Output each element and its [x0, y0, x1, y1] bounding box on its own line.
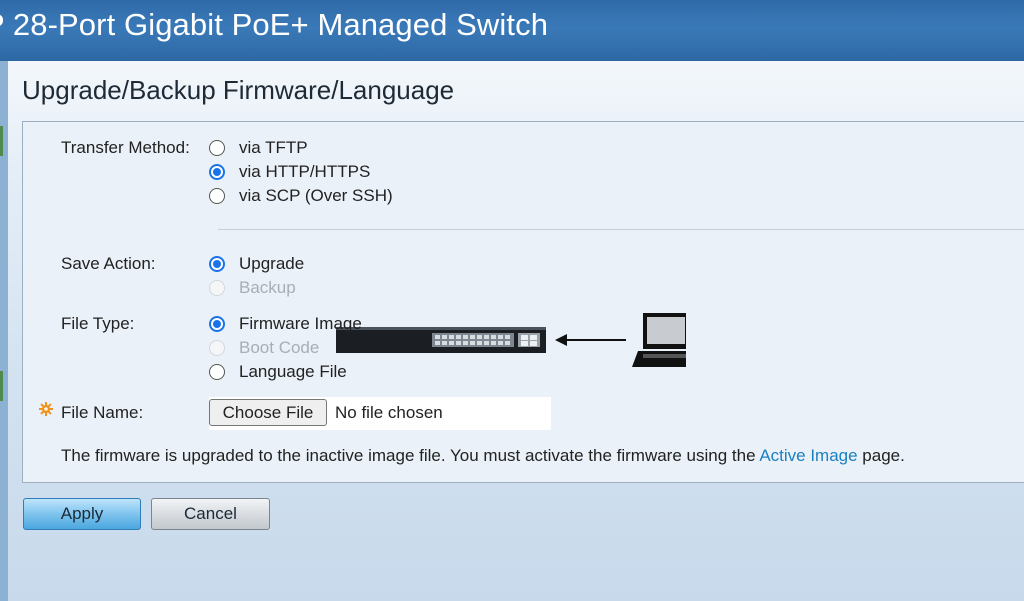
- apply-button[interactable]: Apply: [23, 498, 141, 530]
- choose-file-button[interactable]: Choose File: [209, 399, 327, 426]
- radio-button[interactable]: [209, 316, 225, 332]
- main-content: Upgrade/Backup Firmware/Language Transfe…: [8, 61, 1024, 601]
- radio-button: [209, 340, 225, 356]
- radio-label: Upgrade: [239, 254, 305, 273]
- file-input[interactable]: Choose File No file chosen: [209, 397, 551, 430]
- radio-label: Backup: [239, 278, 296, 297]
- arrow-left-icon: [555, 334, 626, 346]
- radio-upgrade[interactable]: Upgrade: [209, 254, 304, 274]
- info-text-before: The firmware is upgraded to the inactive…: [61, 446, 760, 465]
- cancel-button[interactable]: Cancel: [151, 498, 270, 530]
- radio-firmware-image[interactable]: Firmware Image: [209, 314, 362, 334]
- save-action-label: Save Action:: [61, 254, 156, 273]
- radio-label: via TFTP: [239, 138, 308, 157]
- radio-button[interactable]: [209, 188, 225, 204]
- app-header: P 28-Port Gigabit PoE+ Managed Switch: [0, 0, 1024, 61]
- radio-button[interactable]: [209, 256, 225, 272]
- radio-label: via HTTP/HTTPS: [239, 162, 371, 181]
- app-title: P 28-Port Gigabit PoE+ Managed Switch: [0, 7, 549, 42]
- file-name-label: File Name:: [61, 403, 144, 422]
- file-type-label: File Type:: [61, 314, 135, 333]
- laptop-icon: [632, 313, 686, 367]
- radio-button: [209, 280, 225, 296]
- switch-device-icon: [336, 327, 546, 353]
- nav-edge-marker: [0, 371, 3, 401]
- form-panel: Transfer Method: via TFTP via HTTP/HTTPS…: [22, 121, 1024, 483]
- radio-label: Firmware Image: [239, 314, 362, 333]
- file-status: No file chosen: [335, 403, 443, 422]
- radio-via-http-https[interactable]: via HTTP/HTTPS: [209, 162, 370, 182]
- radio-backup: Backup: [209, 278, 296, 298]
- page-title: Upgrade/Backup Firmware/Language: [22, 75, 455, 105]
- info-text: The firmware is upgraded to the inactive…: [61, 446, 905, 466]
- active-image-link[interactable]: Active Image: [759, 446, 857, 465]
- transfer-method-label: Transfer Method:: [61, 138, 190, 157]
- radio-language-file[interactable]: Language File: [209, 362, 347, 382]
- radio-label: Language File: [239, 362, 347, 381]
- upgrade-diagram: [336, 313, 686, 367]
- info-text-after: page.: [857, 446, 905, 465]
- radio-label: Boot Code: [239, 338, 320, 357]
- left-nav-edge: [0, 61, 8, 601]
- radio-button[interactable]: [209, 364, 225, 380]
- radio-boot-code: Boot Code: [209, 338, 319, 358]
- section-divider: [218, 229, 1024, 230]
- radio-button[interactable]: [209, 164, 225, 180]
- required-gear-icon: [39, 402, 53, 416]
- radio-via-scp[interactable]: via SCP (Over SSH): [209, 186, 393, 206]
- radio-button[interactable]: [209, 140, 225, 156]
- radio-label: via SCP (Over SSH): [239, 186, 393, 205]
- radio-via-tftp[interactable]: via TFTP: [209, 138, 308, 158]
- nav-edge-marker: [0, 126, 3, 156]
